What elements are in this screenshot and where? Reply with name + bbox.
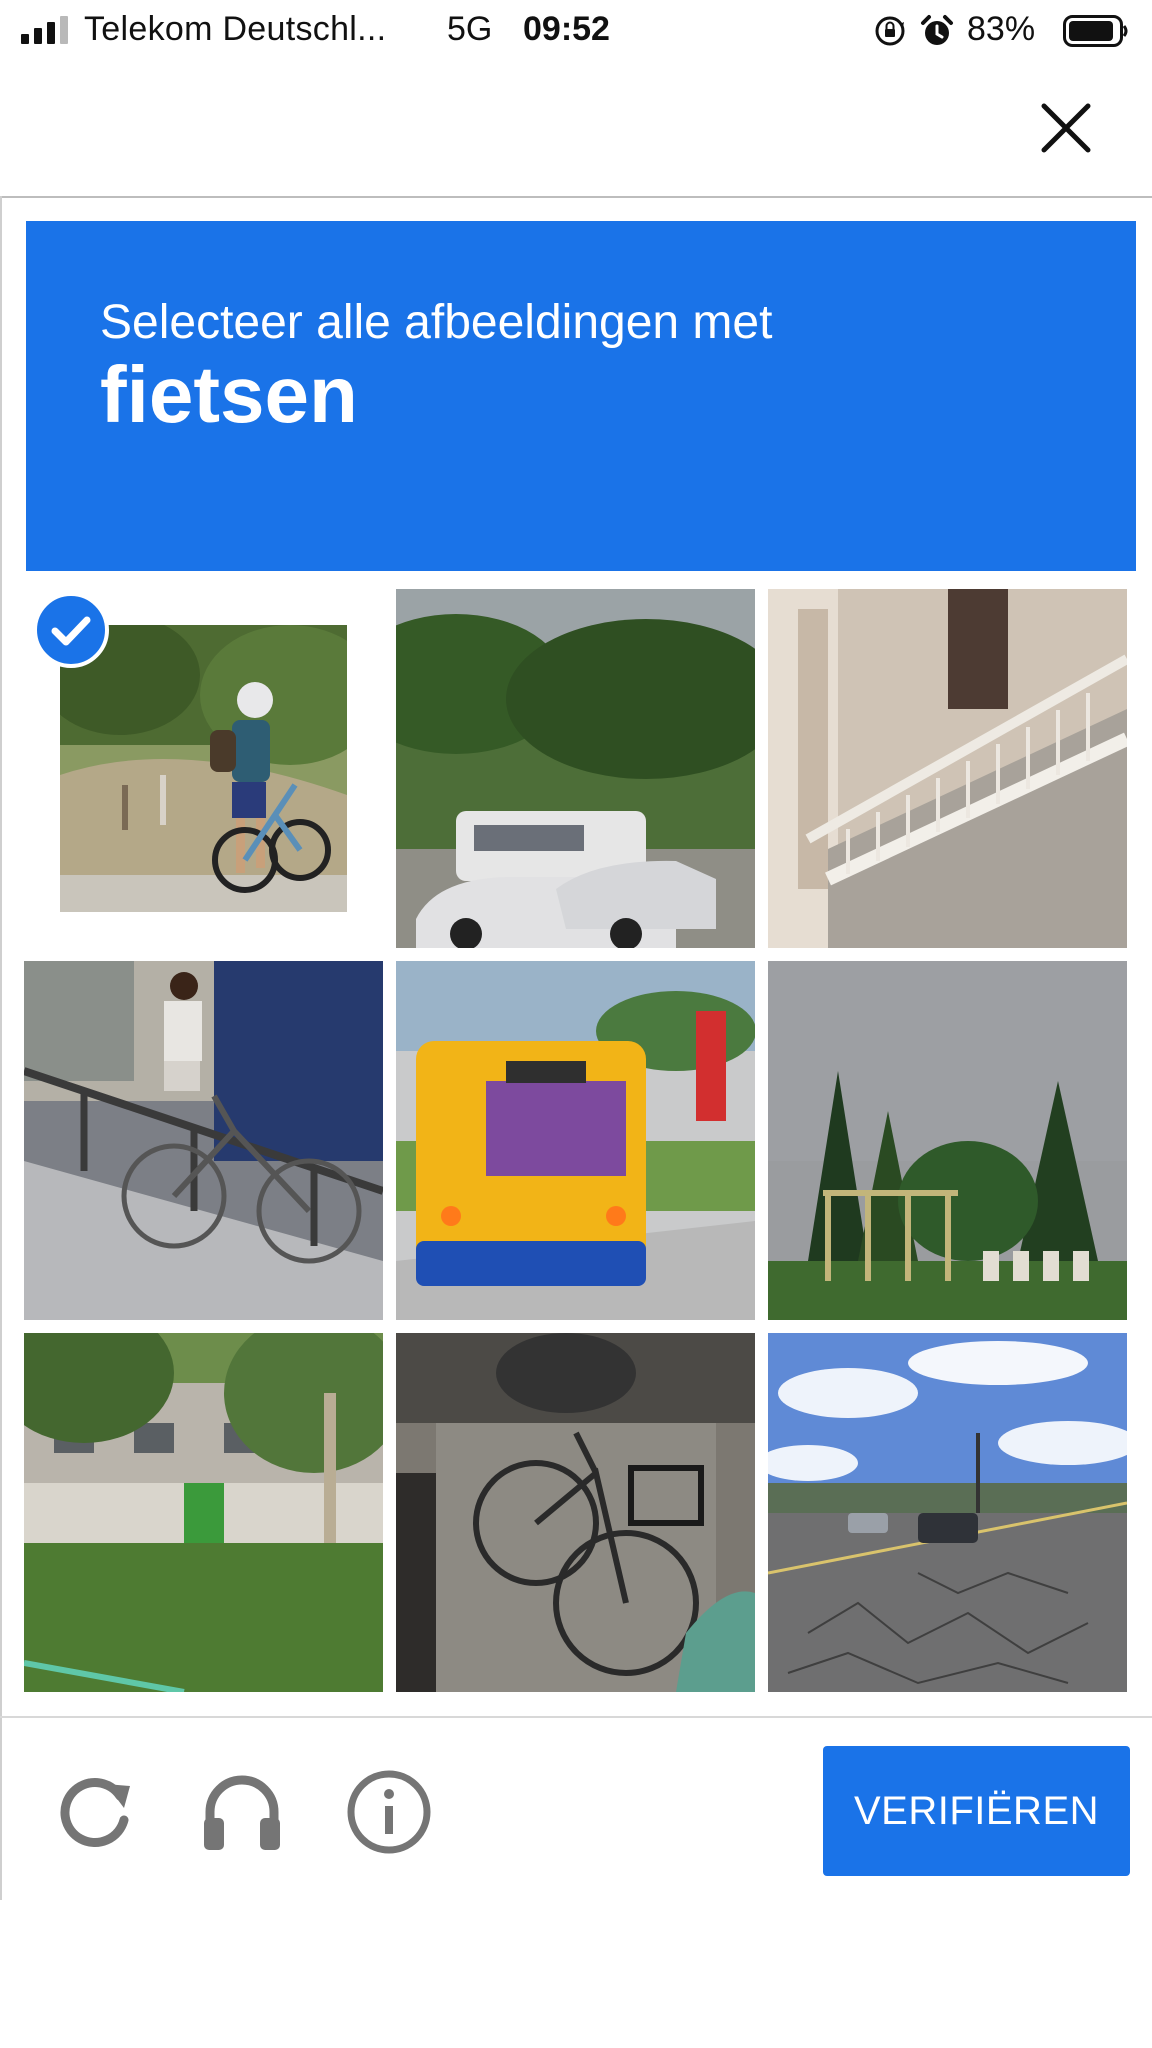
cyclist-image xyxy=(60,625,347,912)
battery-icon xyxy=(1063,15,1128,47)
building-with-trees-image xyxy=(24,1333,383,1692)
close-icon[interactable] xyxy=(1036,98,1096,158)
clock: 09:52 xyxy=(523,10,610,48)
image-tile[interactable] xyxy=(24,1333,383,1692)
frame-border xyxy=(0,1718,2,1900)
network-type: 5G xyxy=(447,10,493,48)
image-tile[interactable] xyxy=(768,1333,1127,1692)
alarm-icon xyxy=(921,15,953,45)
image-tile[interactable] xyxy=(768,961,1127,1320)
person-with-bicycle-image xyxy=(24,961,383,1320)
trees-and-fence-image xyxy=(768,961,1127,1320)
info-icon[interactable] xyxy=(345,1768,433,1856)
selected-checkmark-icon xyxy=(33,592,109,668)
yellow-bus-image xyxy=(396,961,755,1320)
top-bar xyxy=(0,62,1152,198)
image-tile[interactable] xyxy=(24,961,383,1320)
parked-cars-image xyxy=(396,589,755,948)
signal-icon xyxy=(21,16,73,44)
image-tile[interactable] xyxy=(396,961,755,1320)
balcony-image xyxy=(768,589,1127,948)
orientation-lock-icon xyxy=(875,16,905,46)
road-traffic-image xyxy=(768,1333,1127,1692)
instruction-text: Selecteer alle afbeeldingen met xyxy=(100,296,773,349)
instruction-header: Selecteer alle afbeeldingen met fietsen xyxy=(26,221,1136,571)
status-bar: Telekom Deutschl... 5G 09:52 83% xyxy=(0,0,1152,62)
image-tile[interactable] xyxy=(396,589,755,948)
image-tile[interactable] xyxy=(396,1333,755,1692)
headphones-icon[interactable] xyxy=(198,1768,286,1856)
image-tile[interactable] xyxy=(768,589,1127,948)
footer-divider xyxy=(0,1716,1152,1718)
bicycle-with-basket-image xyxy=(396,1333,755,1692)
battery-percent: 83% xyxy=(967,10,1036,48)
carrier-name: Telekom Deutschl... xyxy=(84,10,387,48)
verify-button[interactable]: VERIFIËREN xyxy=(823,1746,1130,1876)
instruction-target: fietsen xyxy=(100,350,358,439)
reload-icon[interactable] xyxy=(52,1768,140,1856)
